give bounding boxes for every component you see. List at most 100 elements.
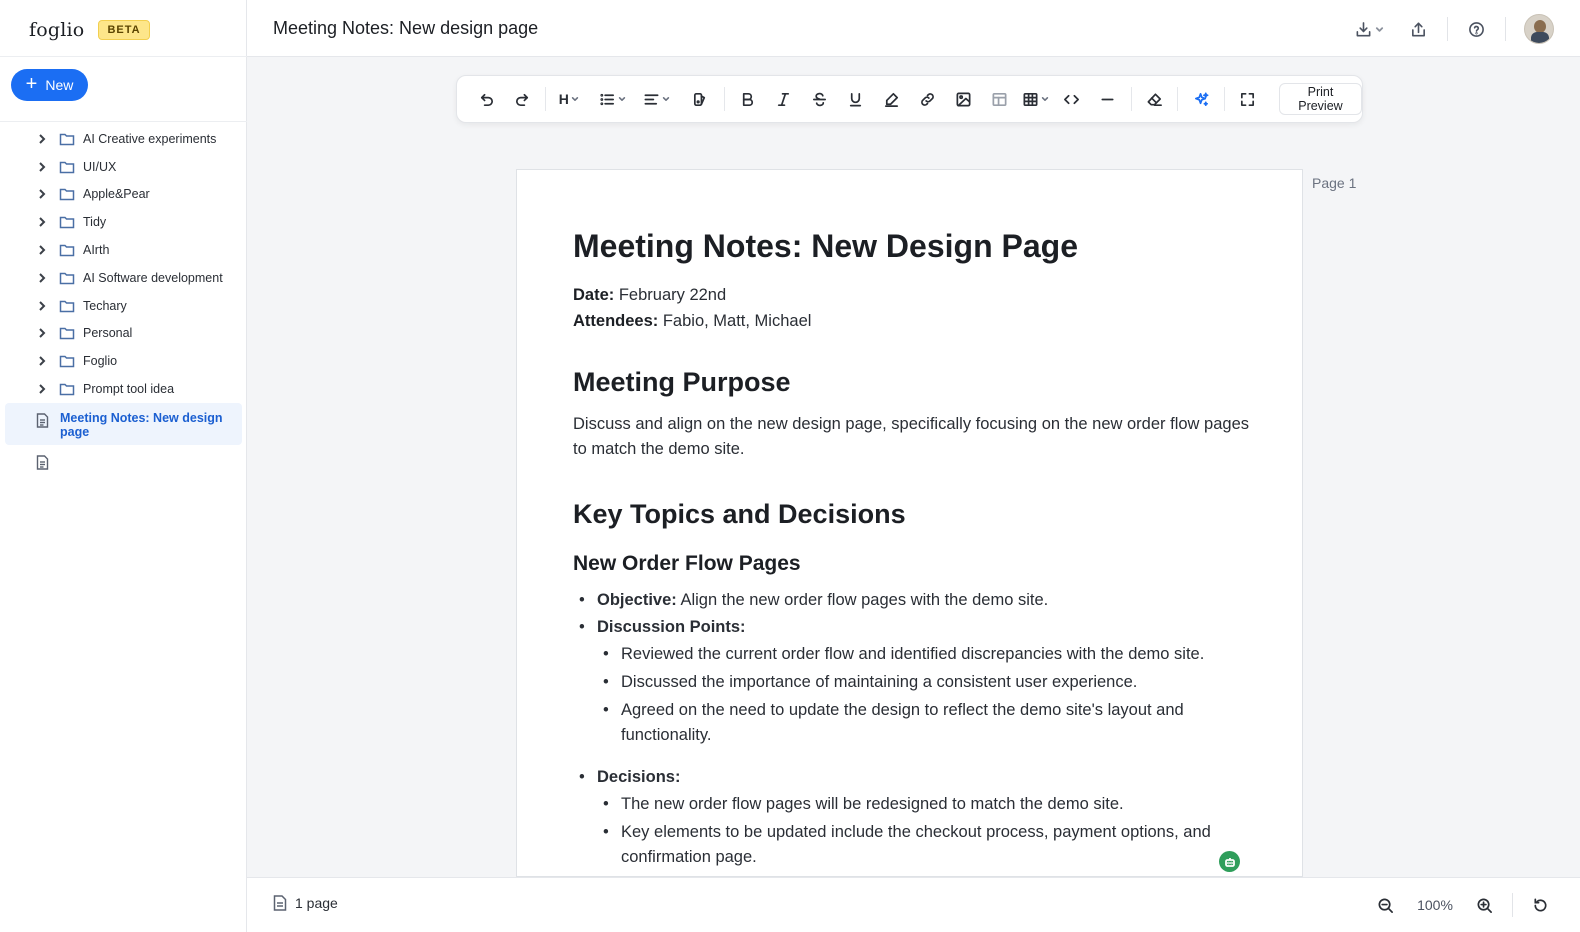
- help-button[interactable]: [1462, 17, 1491, 42]
- chevron-right-icon[interactable]: [36, 327, 48, 339]
- sparkles-icon: [1193, 91, 1210, 108]
- color-button[interactable]: [686, 84, 716, 114]
- avatar[interactable]: [1524, 14, 1554, 44]
- folder-item[interactable]: Tidy: [0, 208, 247, 236]
- download-button[interactable]: [1349, 17, 1390, 42]
- reset-zoom-button[interactable]: [1529, 894, 1552, 917]
- align-left-icon: [643, 91, 660, 108]
- objective-label: Objective:: [597, 591, 677, 609]
- zoom-in-button[interactable]: [1473, 894, 1496, 917]
- share-button[interactable]: [1404, 17, 1433, 42]
- underline-icon: [847, 91, 864, 108]
- avatar-body: [1531, 32, 1549, 43]
- divider: [723, 87, 725, 111]
- layout-button[interactable]: [985, 84, 1015, 114]
- top-bar: Meeting Notes: New design page: [247, 0, 1580, 57]
- redo-button[interactable]: [507, 84, 537, 114]
- zoom-level[interactable]: 100%: [1397, 897, 1473, 913]
- sidebar-divider: [0, 121, 247, 122]
- list-item: Decisions: The new order flow pages will…: [573, 765, 1253, 870]
- zoom-in-icon: [1476, 897, 1493, 914]
- document-page[interactable]: Meeting Notes: New Design Page Date: Feb…: [516, 169, 1303, 877]
- chevron-right-icon[interactable]: [36, 355, 48, 367]
- strikethrough-icon: [811, 91, 828, 108]
- link-button[interactable]: [913, 84, 943, 114]
- divider: [1390, 17, 1404, 41]
- undo-button[interactable]: [471, 84, 501, 114]
- italic-icon: [775, 91, 792, 108]
- document-title[interactable]: Meeting Notes: New design page: [273, 18, 538, 39]
- chevron-right-icon[interactable]: [36, 300, 48, 312]
- minus-icon: [1099, 91, 1116, 108]
- list-item: The new order flow pages will be redesig…: [597, 792, 1253, 817]
- chevron-right-icon[interactable]: [36, 244, 48, 256]
- sidebar: foglio BETA + New AI Creative experiment…: [0, 0, 247, 932]
- chevron-down-icon: [662, 95, 670, 103]
- topics-list: Objective: Align the new order flow page…: [573, 588, 1253, 870]
- assistant-bot-icon[interactable]: [1219, 851, 1240, 872]
- page-number-label: Page 1: [1312, 175, 1357, 191]
- folder-icon: [59, 354, 75, 368]
- chevron-right-icon[interactable]: [36, 161, 48, 173]
- chevron-right-icon[interactable]: [36, 216, 48, 228]
- list-dropdown[interactable]: [598, 84, 628, 114]
- highlight-button[interactable]: [877, 84, 907, 114]
- ai-assist-button[interactable]: [1186, 84, 1216, 114]
- divider: [1224, 87, 1225, 111]
- folder-item[interactable]: Techary: [0, 292, 247, 320]
- italic-button[interactable]: [769, 84, 799, 114]
- decisions-list: The new order flow pages will be redesig…: [597, 792, 1253, 870]
- table-dropdown[interactable]: [1021, 84, 1051, 114]
- document-icon: [36, 413, 50, 429]
- meta-attendees: Attendees: Fabio, Matt, Michael: [573, 308, 1253, 334]
- doc-heading-purpose: Meeting Purpose: [573, 367, 791, 397]
- folder-item[interactable]: Prompt tool idea: [0, 375, 247, 403]
- image-button[interactable]: [949, 84, 979, 114]
- chevron-right-icon[interactable]: [36, 133, 48, 145]
- purpose-paragraph: Discuss and align on the new design page…: [573, 415, 1249, 458]
- doc-item-untitled[interactable]: [0, 445, 247, 477]
- divider: [1447, 17, 1448, 41]
- divider: [1177, 87, 1179, 111]
- heading-dropdown[interactable]: H: [554, 84, 584, 114]
- zoom-out-button[interactable]: [1374, 894, 1397, 917]
- folder-item[interactable]: AI Software development: [0, 264, 247, 292]
- brand-logo[interactable]: foglio: [29, 19, 84, 41]
- divider: [1512, 893, 1513, 917]
- bold-button[interactable]: [733, 84, 763, 114]
- bold-icon: [739, 91, 756, 108]
- fullscreen-button[interactable]: [1233, 84, 1263, 114]
- folder-item[interactable]: Personal: [0, 320, 247, 348]
- new-button[interactable]: + New: [11, 69, 88, 101]
- chevron-down-icon: [571, 95, 579, 103]
- folder-item[interactable]: AI Creative experiments: [0, 125, 247, 153]
- underline-button[interactable]: [841, 84, 871, 114]
- folder-item[interactable]: Foglio: [0, 347, 247, 375]
- folder-label: AI Creative experiments: [83, 131, 217, 146]
- plus-icon: +: [25, 73, 38, 95]
- code-button[interactable]: [1057, 84, 1087, 114]
- beta-badge: BETA: [98, 20, 150, 40]
- folder-item[interactable]: UI/UX: [0, 153, 247, 181]
- chevron-right-icon[interactable]: [36, 188, 48, 200]
- date-value: February 22nd: [614, 286, 727, 304]
- download-icon: [1355, 21, 1372, 38]
- folder-label: UI/UX: [83, 159, 117, 174]
- folder-item[interactable]: AIrth: [0, 236, 247, 264]
- folder-item[interactable]: Apple&Pear: [0, 181, 247, 209]
- chevron-right-icon[interactable]: [36, 383, 48, 395]
- folder-icon: [59, 187, 75, 201]
- print-preview-button[interactable]: Print Preview: [1278, 83, 1363, 115]
- clear-format-button[interactable]: [1139, 84, 1169, 114]
- horizontal-rule-button[interactable]: [1093, 84, 1123, 114]
- top-actions: [1349, 14, 1554, 44]
- align-dropdown[interactable]: [642, 84, 672, 114]
- meta-date: Date: February 22nd: [573, 282, 1253, 308]
- document-content[interactable]: Meeting Notes: New Design Page Date: Feb…: [573, 226, 1253, 873]
- zoom-out-icon: [1377, 897, 1394, 914]
- doc-item-active[interactable]: Meeting Notes: New design page: [5, 402, 242, 445]
- strikethrough-button[interactable]: [805, 84, 835, 114]
- list-item: Objective: Align the new order flow page…: [573, 588, 1253, 613]
- chevron-right-icon[interactable]: [36, 272, 48, 284]
